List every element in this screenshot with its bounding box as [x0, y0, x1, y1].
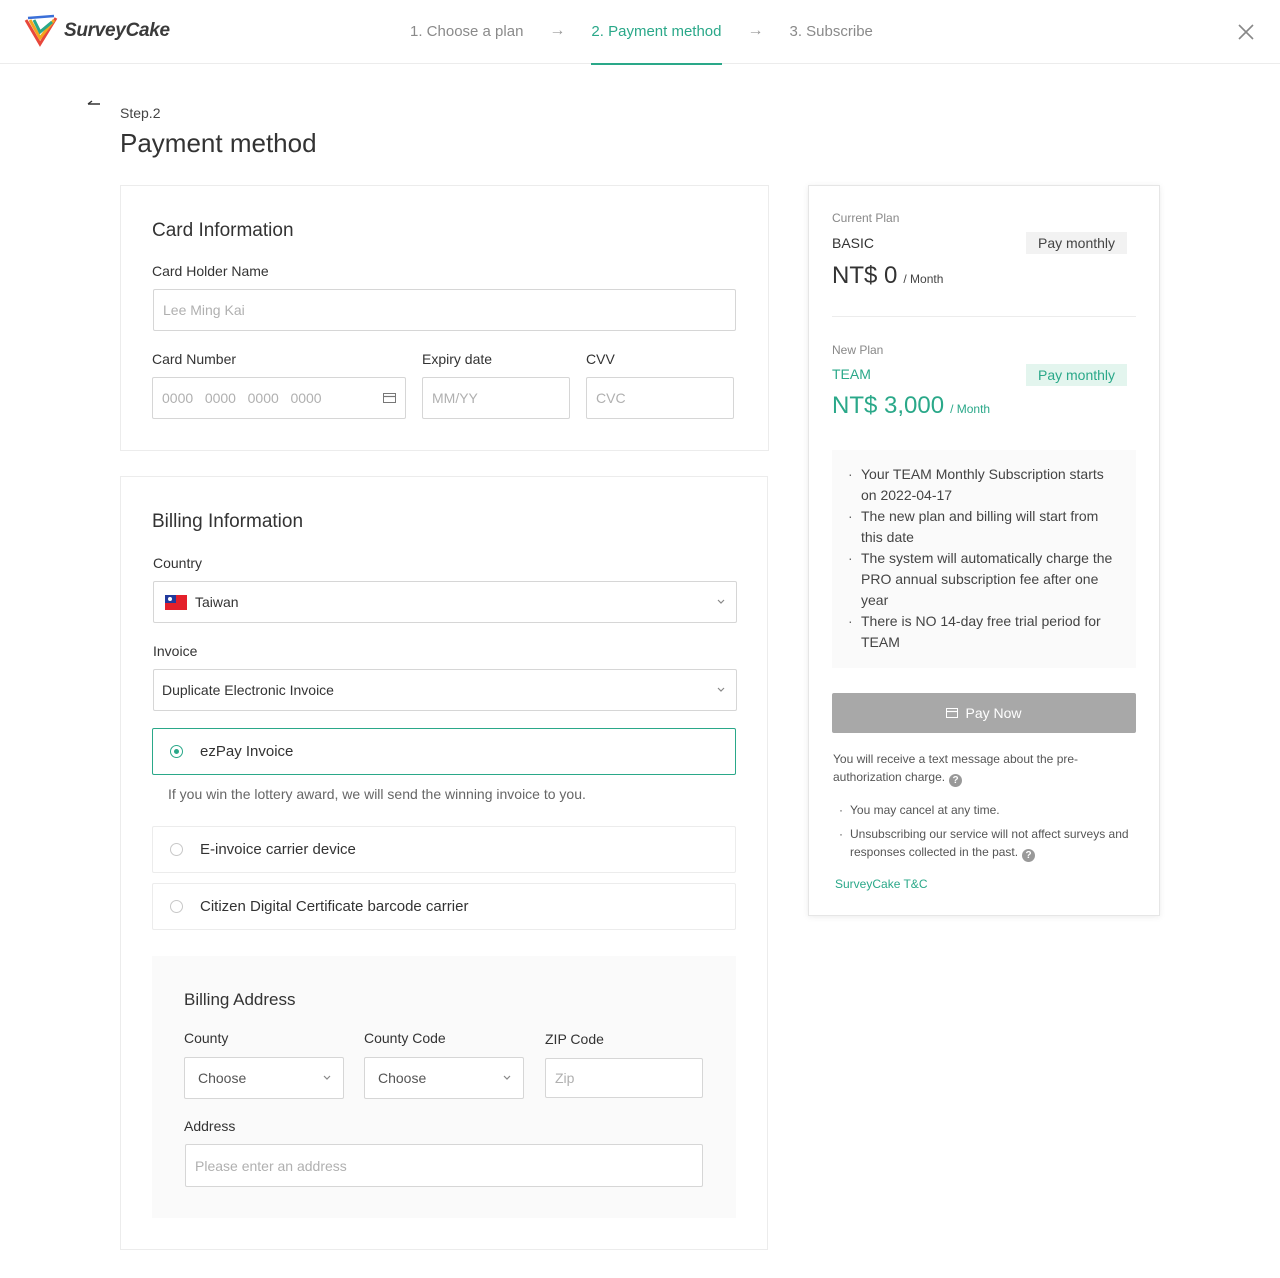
- new-plan-price: NT$ 3,000 / Month: [832, 392, 990, 420]
- surveycake-logo-icon: [24, 14, 58, 47]
- top-bar: SurveyCake 1. Choose a plan → 2. Payment…: [0, 0, 1280, 65]
- cancel-policy-list: You may cancel at any time. Unsubscribin…: [836, 801, 1136, 868]
- card-holder-label: Card Holder Name: [152, 263, 269, 279]
- new-plan-price-value: NT$ 3,000: [832, 392, 945, 419]
- country-label: Country: [153, 555, 203, 571]
- expiry-input[interactable]: MM/YY: [422, 377, 570, 419]
- arrow-right-icon: →: [549, 22, 566, 39]
- chevron-down-icon: [717, 599, 725, 604]
- pay-now-label: Pay Now: [965, 705, 1022, 721]
- back-arrow-icon[interactable]: [86, 98, 104, 112]
- policy-item-text: You may cancel at any time.: [850, 803, 1000, 817]
- current-plan-price-unit: / Month: [903, 272, 944, 286]
- cvv-placeholder: CVC: [596, 390, 626, 406]
- sms-note: You will receive a text message about th…: [833, 750, 1123, 787]
- new-plan-name: TEAM: [832, 366, 871, 382]
- radio-button[interactable]: [170, 843, 183, 856]
- card-number-label: Card Number: [152, 351, 237, 367]
- current-plan-name: BASIC: [832, 235, 875, 251]
- invoice-option-label: Citizen Digital Certificate barcode carr…: [200, 898, 469, 915]
- credit-card-icon: [946, 708, 959, 718]
- subscription-notes: Your TEAM Monthly Subscription starts on…: [832, 450, 1136, 668]
- zip-placeholder: Zip: [555, 1070, 575, 1086]
- note-item: Your TEAM Monthly Subscription starts on…: [846, 464, 1120, 506]
- county-code-select[interactable]: Choose: [364, 1057, 524, 1099]
- invoice-option-ezpay[interactable]: ezPay Invoice: [152, 728, 736, 775]
- question-mark-icon[interactable]: ?: [1022, 849, 1036, 862]
- note-item: The new plan and billing will start from…: [846, 506, 1120, 548]
- invoice-option-label: E-invoice carrier device: [200, 841, 356, 858]
- card-number-placeholder: 0000 0000 0000 0000: [162, 390, 322, 406]
- note-item: The system will automatically charge the…: [846, 548, 1120, 611]
- card-holder-placeholder: Lee Ming Kai: [163, 302, 245, 318]
- logo[interactable]: SurveyCake: [24, 14, 170, 48]
- card-holder-input[interactable]: Lee Ming Kai: [153, 289, 736, 331]
- note-item: There is NO 14-day free trial period for…: [846, 611, 1120, 653]
- county-value: Choose: [198, 1070, 247, 1086]
- invoice-label: Invoice: [153, 643, 198, 659]
- expiry-placeholder: MM/YY: [432, 390, 478, 406]
- close-icon[interactable]: [1236, 22, 1256, 42]
- page-title: Payment method: [120, 128, 317, 158]
- chevron-down-icon: [323, 1075, 331, 1080]
- policy-item-text: Unsubscribing our service will not affec…: [850, 827, 1129, 859]
- invoice-select[interactable]: Duplicate Electronic Invoice: [153, 669, 737, 711]
- policy-item: Unsubscribing our service will not affec…: [836, 825, 1136, 862]
- invoice-option-carrier-device[interactable]: E-invoice carrier device: [152, 826, 736, 873]
- current-plan-price: NT$ 0 / Month: [832, 262, 943, 290]
- step-nav: 1. Choose a plan → 2. Payment method → 3…: [410, 0, 873, 65]
- county-select[interactable]: Choose: [184, 1057, 344, 1099]
- card-number-input[interactable]: 0000 0000 0000 0000: [152, 377, 406, 419]
- zip-input[interactable]: Zip: [545, 1058, 703, 1098]
- country-value: Taiwan: [195, 594, 239, 610]
- zip-label: ZIP Code: [545, 1031, 604, 1047]
- radio-button[interactable]: [170, 900, 183, 913]
- chevron-down-icon: [503, 1075, 511, 1080]
- logo-text: SurveyCake: [64, 20, 170, 41]
- divider: [832, 316, 1136, 317]
- step-subscribe[interactable]: 3. Subscribe: [790, 0, 873, 64]
- step-choose-plan[interactable]: 1. Choose a plan: [410, 0, 523, 64]
- cvv-input[interactable]: CVC: [586, 377, 734, 419]
- new-plan-billing-badge: Pay monthly: [1026, 364, 1128, 386]
- county-label: County: [184, 1030, 229, 1046]
- terms-link[interactable]: SurveyCake T&C: [835, 877, 927, 891]
- invoice-option-label: ezPay Invoice: [200, 743, 294, 760]
- expiry-label: Expiry date: [422, 351, 493, 367]
- country-select[interactable]: Taiwan: [153, 581, 737, 623]
- current-plan-billing-badge: Pay monthly: [1026, 232, 1128, 254]
- billing-information-title: Billing Information: [152, 511, 304, 532]
- card-information-title: Card Information: [152, 220, 294, 241]
- new-plan-price-unit: / Month: [950, 402, 991, 416]
- current-plan-label: Current Plan: [832, 211, 900, 225]
- address-input[interactable]: Please enter an address: [185, 1144, 703, 1187]
- radio-button-selected[interactable]: [170, 745, 183, 758]
- chevron-down-icon: [717, 687, 725, 692]
- new-plan-label: New Plan: [832, 343, 884, 357]
- county-code-value: Choose: [378, 1070, 427, 1086]
- address-placeholder: Please enter an address: [195, 1157, 347, 1174]
- cvv-label: CVV: [586, 351, 615, 367]
- credit-card-icon: [383, 393, 396, 403]
- question-mark-icon[interactable]: ?: [949, 774, 963, 787]
- current-plan-price-value: NT$ 0: [832, 262, 898, 289]
- address-label: Address: [184, 1118, 236, 1134]
- pay-now-button[interactable]: Pay Now: [832, 693, 1136, 733]
- billing-address-title: Billing Address: [184, 990, 296, 1009]
- ezpay-hint-text: If you win the lottery award, we will se…: [168, 786, 586, 802]
- invoice-option-citizen-certificate[interactable]: Citizen Digital Certificate barcode carr…: [152, 883, 736, 930]
- taiwan-flag-icon: [165, 594, 187, 610]
- step-payment-method[interactable]: 2. Payment method: [591, 0, 722, 65]
- invoice-value: Duplicate Electronic Invoice: [162, 682, 334, 698]
- arrow-right-icon: →: [747, 22, 764, 39]
- step-label: Step.2: [120, 105, 161, 121]
- county-code-label: County Code: [364, 1030, 446, 1046]
- policy-item: You may cancel at any time.: [836, 801, 1136, 819]
